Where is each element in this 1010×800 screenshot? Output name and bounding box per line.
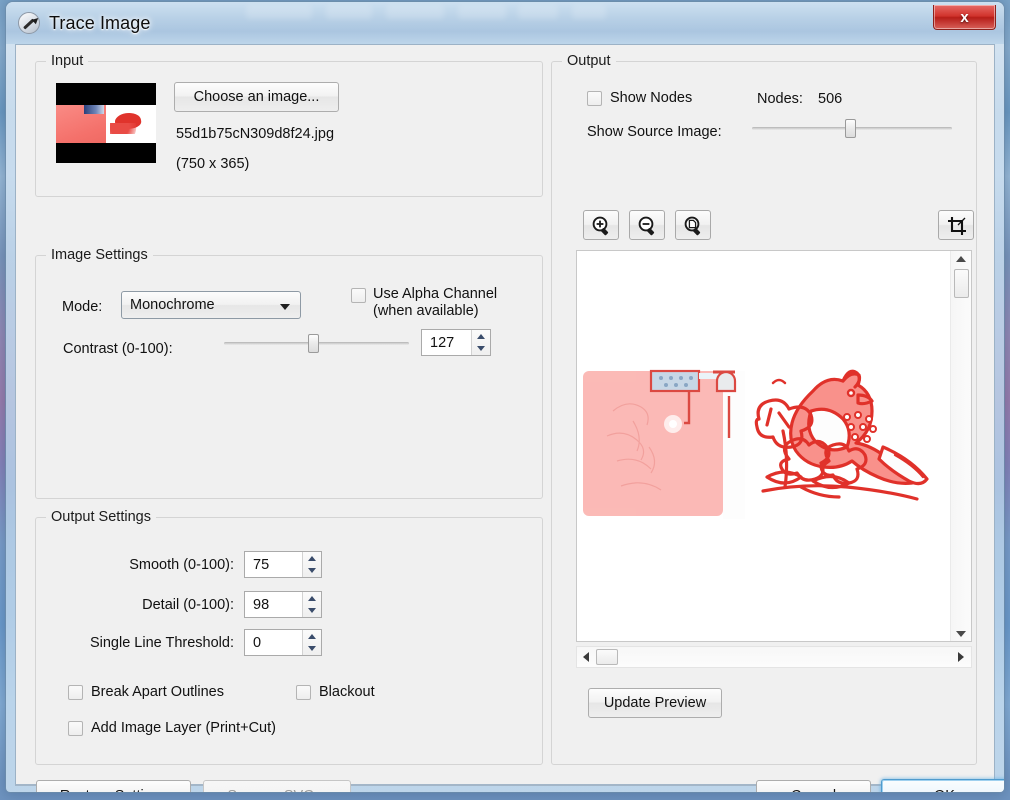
single-line-threshold-label: Single Line Threshold: — [89, 634, 234, 651]
use-alpha-channel-checkbox[interactable] — [351, 288, 366, 303]
crop-icon — [948, 217, 966, 235]
show-nodes-row[interactable]: Show Nodes — [587, 89, 692, 106]
smooth-row: Smooth (0-100): 75 — [76, 551, 322, 578]
detail-value[interactable]: 98 — [245, 597, 302, 613]
detail-stepper[interactable]: 98 — [244, 591, 322, 618]
use-alpha-channel-row[interactable]: Use Alpha Channel (when available) — [351, 286, 497, 320]
output-settings-group: Output Settings Smooth (0-100): 75 Detai… — [35, 509, 543, 765]
add-image-layer-checkbox[interactable] — [68, 721, 83, 736]
stepper-down-icon[interactable] — [308, 568, 316, 574]
show-source-slider-thumb[interactable] — [844, 119, 856, 138]
smooth-stepper[interactable]: 75 — [244, 551, 322, 578]
single-line-threshold-row: Single Line Threshold: 0 — [47, 629, 322, 656]
show-nodes-checkbox[interactable] — [587, 91, 602, 106]
crop-button[interactable] — [938, 210, 974, 240]
stepper-down-icon[interactable] — [477, 346, 485, 352]
mode-dropdown[interactable]: Monochrome — [121, 291, 301, 319]
zoom-out-icon — [638, 216, 655, 236]
contrast-value[interactable]: 127 — [422, 335, 471, 351]
choose-an-image-button[interactable]: Choose an image... — [174, 82, 339, 112]
blackout-row[interactable]: Blackout — [296, 683, 375, 700]
trace-wand-icon — [18, 12, 40, 34]
contrast-stepper-arrows[interactable] — [471, 330, 490, 355]
contrast-label: Contrast (0-100): — [63, 341, 173, 357]
save-as-svg-button: Save as SVG... — [203, 780, 351, 792]
break-apart-outlines-label: Break Apart Outlines — [91, 683, 224, 700]
blackout-checkbox[interactable] — [296, 685, 311, 700]
stepper-down-icon[interactable] — [308, 608, 316, 614]
break-apart-outlines-checkbox[interactable] — [68, 685, 83, 700]
single-line-threshold-value[interactable]: 0 — [245, 635, 302, 651]
smooth-value[interactable]: 75 — [245, 557, 302, 573]
restore-settings-button[interactable]: Restore Settings — [36, 780, 191, 792]
stepper-up-icon[interactable] — [308, 555, 316, 561]
title-bar[interactable]: Trace Image x — [6, 2, 1004, 44]
stepper-up-icon[interactable] — [308, 633, 316, 639]
contrast-slider[interactable] — [224, 334, 409, 353]
mode-label: Mode: — [62, 299, 103, 315]
show-source-image-label: Show Source Image: — [587, 124, 722, 140]
window-title: Trace Image — [49, 12, 151, 33]
update-preview-button[interactable]: Update Preview — [588, 688, 722, 718]
input-group-legend: Input — [46, 53, 89, 69]
image-settings-legend: Image Settings — [46, 247, 153, 263]
nodes-count-label: Nodes: — [757, 91, 803, 107]
blackout-label: Blackout — [319, 683, 375, 700]
ok-button[interactable]: OK — [881, 779, 1004, 792]
show-source-image-slider[interactable] — [752, 119, 952, 138]
zoom-in-button[interactable] — [583, 210, 619, 240]
input-file-name: 55d1b75cN309d8f24.jpg — [176, 126, 335, 142]
detail-label: Detail (0-100): — [142, 596, 234, 613]
scroll-down-icon[interactable] — [956, 631, 966, 637]
nodes-count-value: 506 — [818, 91, 843, 107]
smooth-label: Smooth (0-100): — [129, 556, 234, 573]
single-line-threshold-stepper[interactable]: 0 — [244, 629, 322, 656]
break-apart-outlines-row[interactable]: Break Apart Outlines — [68, 683, 224, 700]
close-icon[interactable]: x — [933, 5, 996, 30]
traced-bird-preview — [577, 251, 951, 641]
stepper-up-icon[interactable] — [477, 333, 485, 339]
preview-vertical-scrollbar[interactable] — [950, 251, 971, 641]
preview-area[interactable] — [576, 250, 972, 642]
output-group-legend: Output — [562, 53, 616, 69]
chevron-down-icon — [280, 304, 290, 310]
output-group: Output Show Nodes Nodes: 506 Show Source… — [551, 53, 977, 765]
mode-selected-value: Monochrome — [130, 297, 215, 313]
horizontal-scroll-thumb[interactable] — [596, 649, 618, 665]
input-image-dimensions: (750 x 365) — [176, 156, 250, 172]
zoom-in-icon — [592, 216, 609, 236]
detail-stepper-arrows[interactable] — [302, 592, 321, 617]
dialog-client-area: Input Choose an image... 55d1b75cN309d8f… — [15, 44, 1004, 792]
scroll-up-icon[interactable] — [956, 256, 966, 262]
smooth-stepper-arrows[interactable] — [302, 552, 321, 577]
use-alpha-channel-label: Use Alpha Channel (when available) — [373, 286, 498, 319]
add-image-layer-row[interactable]: Add Image Layer (Print+Cut) — [68, 719, 276, 736]
output-settings-legend: Output Settings — [46, 509, 156, 525]
zoom-fit-page-icon — [684, 216, 701, 236]
preview-horizontal-scrollbar[interactable] — [576, 646, 972, 668]
scroll-left-icon[interactable] — [583, 652, 589, 662]
input-group: Input Choose an image... 55d1b75cN309d8f… — [35, 53, 543, 197]
scroll-right-icon[interactable] — [958, 652, 964, 662]
single-line-stepper-arrows[interactable] — [302, 630, 321, 655]
zoom-fit-page-button[interactable] — [675, 210, 711, 240]
show-nodes-label: Show Nodes — [610, 89, 693, 106]
contrast-slider-thumb[interactable] — [307, 334, 319, 353]
trace-image-dialog: Trace Image x Input Choose an image... 5… — [6, 2, 1004, 792]
stepper-up-icon[interactable] — [308, 595, 316, 601]
detail-row: Detail (0-100): 98 — [76, 591, 322, 618]
image-settings-group: Image Settings Mode: Monochrome Use Alph… — [35, 247, 543, 499]
vertical-scroll-thumb[interactable] — [954, 269, 969, 298]
zoom-out-button[interactable] — [629, 210, 665, 240]
stepper-down-icon[interactable] — [308, 646, 316, 652]
contrast-stepper[interactable]: 127 — [421, 329, 491, 356]
cancel-button[interactable]: Cancel — [756, 780, 871, 792]
input-image-thumbnail — [56, 83, 156, 163]
add-image-layer-label: Add Image Layer (Print+Cut) — [91, 719, 276, 736]
